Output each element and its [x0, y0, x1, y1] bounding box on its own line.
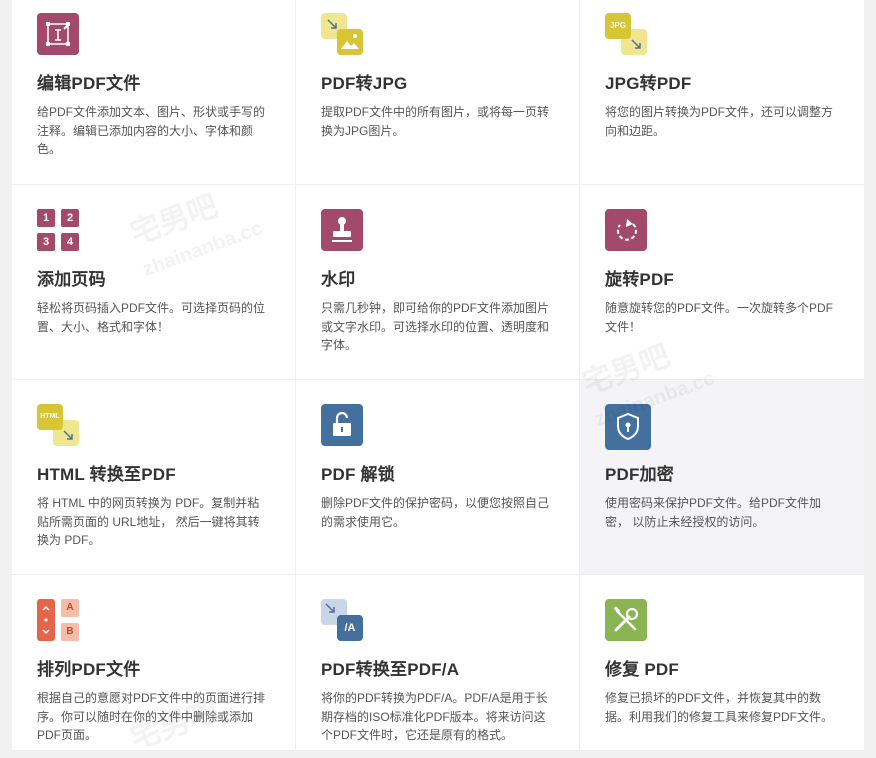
- tool-title: 水印: [321, 270, 356, 289]
- pdfa-icon: /A: [321, 599, 363, 641]
- tool-title: 排列PDF文件: [37, 660, 141, 679]
- tool-description: 使用密码来保护PDF文件。给PDF文件加密， 以防止未经授权的访问。: [605, 496, 822, 529]
- tool-title: HTML 转换至PDF: [37, 465, 176, 484]
- page-numbers-icon: 1 2 3 4: [37, 209, 79, 251]
- unlock-icon: [321, 404, 363, 446]
- tool-card-organize-pdf[interactable]: A B 排列PDF文件 根据自己的意愿对PDF文件中的页面进行排序。你可以随时在…: [12, 575, 296, 751]
- tool-description: 随意旋转您的PDF文件。一次旋转多个PDF文件！: [605, 301, 834, 334]
- tool-card-jpg-to-pdf[interactable]: JPG JPG转PDF 将您的图片转换为PDF文件，还可以调整方向和边距。: [580, 0, 864, 185]
- tool-card-watermark[interactable]: 水印 只需几秒钟，即可给你的PDF文件添加图片或文字水印。可选择水印的位置、透明…: [296, 185, 580, 380]
- tool-card-pdf-to-jpg[interactable]: PDF转JPG 提取PDF文件中的所有图片，或将每一页转换为JPG图片。: [296, 0, 580, 185]
- tool-title: 添加页码: [37, 270, 106, 289]
- tool-title: PDF转JPG: [321, 74, 408, 93]
- stamp-icon: [321, 209, 363, 251]
- edit-pdf-icon: [37, 13, 79, 55]
- tool-description: 将 HTML 中的网页转换为 PDF。复制并粘贴所需页面的 URL地址， 然后一…: [37, 496, 260, 547]
- organize-icon: A B: [37, 599, 79, 641]
- tool-card-repair-pdf[interactable]: 修复 PDF 修复已损坏的PDF文件，并恢复其中的数据。利用我们的修复工具来修复…: [580, 575, 864, 751]
- tool-description: 根据自己的意愿对PDF文件中的页面进行排序。你可以随时在你的文件中删除或添加PD…: [37, 691, 266, 742]
- tool-description: 修复已损坏的PDF文件，并恢复其中的数据。利用我们的修复工具来修复PDF文件。: [605, 691, 834, 724]
- rotate-icon: [605, 209, 647, 251]
- tool-card-html-to-pdf[interactable]: HTML HTML 转换至PDF 将 HTML 中的网页转换为 PDF。复制并粘…: [12, 380, 296, 575]
- tool-description: 将您的图片转换为PDF文件，还可以调整方向和边距。: [605, 105, 834, 138]
- tools-grid: 编辑PDF文件 给PDF文件添加文本、图片、形状或手写的注释。编辑已添加内容的大…: [12, 0, 864, 751]
- tool-description: 轻松将页码插入PDF文件。可选择页码的位置、大小、格式和字体！: [37, 301, 266, 334]
- pdf-to-jpg-icon: [321, 13, 363, 55]
- tool-description: 删除PDF文件的保护密码，以便您按照自己的需求使用它。: [321, 496, 550, 529]
- tool-card-add-page-numbers[interactable]: 1 2 3 4 添加页码 轻松将页码插入PDF文件。可选择页码的位置、大小、格式…: [12, 185, 296, 380]
- tool-card-pdf-to-pdfa[interactable]: /A PDF转换至PDF/A 将你的PDF转换为PDF/A。PDF/A是用于长期…: [296, 575, 580, 751]
- repair-icon: [605, 599, 647, 641]
- tool-description: 给PDF文件添加文本、图片、形状或手写的注释。编辑已添加内容的大小、字体和颜色。: [37, 105, 266, 156]
- tool-title: PDF转换至PDF/A: [321, 660, 460, 679]
- tool-card-unlock-pdf[interactable]: PDF 解锁 删除PDF文件的保护密码，以便您按照自己的需求使用它。: [296, 380, 580, 575]
- tool-card-rotate-pdf[interactable]: 旋转PDF 随意旋转您的PDF文件。一次旋转多个PDF文件！: [580, 185, 864, 380]
- tool-title: 编辑PDF文件: [37, 74, 141, 93]
- tool-title: JPG转PDF: [605, 74, 692, 93]
- tool-title: PDF加密: [605, 465, 674, 484]
- tool-title: PDF 解锁: [321, 465, 395, 484]
- tool-card-edit-pdf[interactable]: 编辑PDF文件 给PDF文件添加文本、图片、形状或手写的注释。编辑已添加内容的大…: [12, 0, 296, 185]
- html-to-pdf-icon: HTML: [37, 404, 79, 446]
- tool-title: 修复 PDF: [605, 660, 679, 679]
- jpg-to-pdf-icon: JPG: [605, 13, 647, 55]
- tool-description: 只需几秒钟，即可给你的PDF文件添加图片或文字水印。可选择水印的位置、透明度和字…: [321, 301, 550, 352]
- tool-title: 旋转PDF: [605, 270, 674, 289]
- tool-card-protect-pdf[interactable]: PDF加密 使用密码来保护PDF文件。给PDF文件加密， 以防止未经授权的访问。: [580, 380, 864, 575]
- shield-lock-icon: [605, 404, 651, 450]
- tool-description: 将你的PDF转换为PDF/A。PDF/A是用于长期存档的ISO标准化PDF版本。…: [321, 691, 548, 742]
- tool-description: 提取PDF文件中的所有图片，或将每一页转换为JPG图片。: [321, 105, 550, 138]
